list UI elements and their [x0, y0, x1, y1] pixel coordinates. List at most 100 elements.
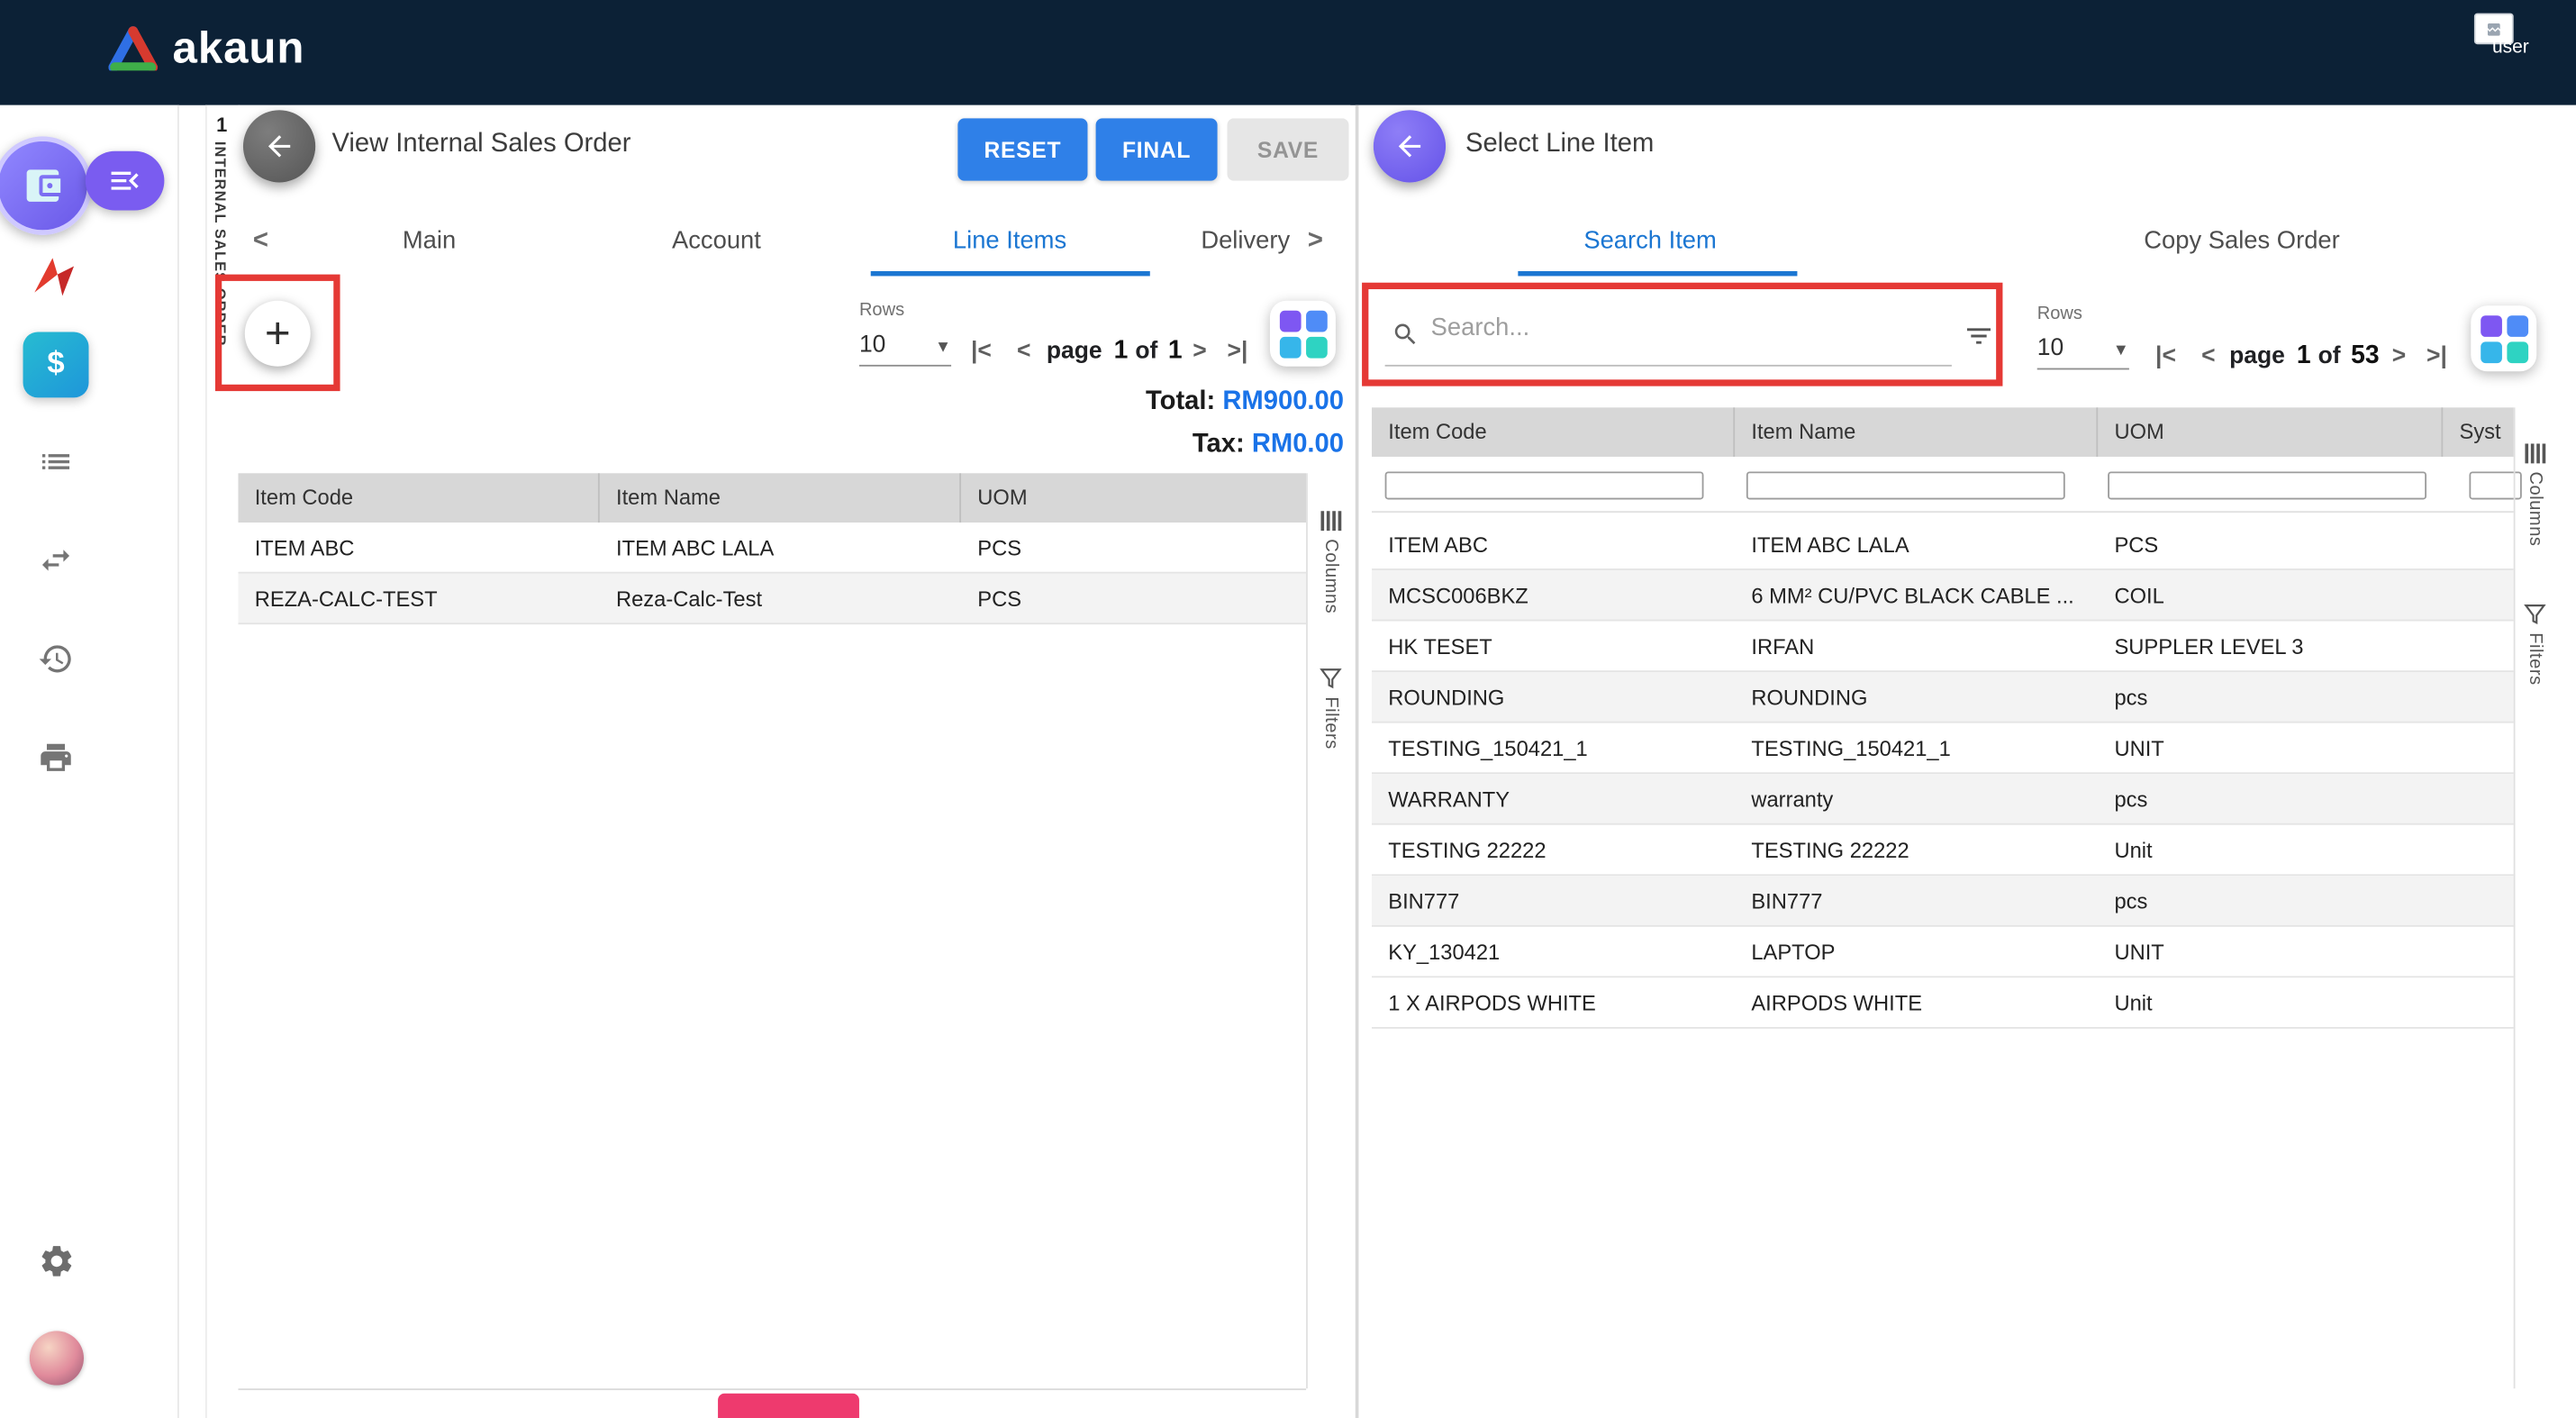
cell-item-code: 1 X AIRPODS WHITE [1372, 990, 1735, 1014]
column-header-item-code[interactable]: Item Code [238, 473, 599, 523]
column-header-item-name[interactable]: Item Name [1735, 407, 2098, 457]
transfer-menu-button[interactable] [36, 541, 76, 580]
table-row[interactable]: MCSC006BKZ 6 MM² CU/PVC BLACK CABLE ... … [1372, 570, 2514, 622]
history-menu-button[interactable] [36, 640, 76, 679]
filter-input-uom[interactable] [2108, 471, 2426, 499]
prev-page-icon[interactable]: < [1017, 339, 1030, 365]
page-word: page [1047, 339, 1102, 365]
cell-item-name: IRFAN [1735, 633, 2098, 658]
columns-tool-button[interactable]: Columns [2525, 471, 2544, 546]
table-row[interactable]: WARRANTY warranty pcs [1372, 774, 2514, 825]
tab-delivery[interactable]: Delivery [1201, 227, 1293, 255]
cell-item-name: ITEM ABC LALA [1735, 532, 2098, 556]
add-line-item-button[interactable]: + [245, 301, 311, 367]
menu-open-icon [107, 163, 143, 199]
rows-per-page-value: 10 [859, 332, 885, 358]
table-row[interactable]: TESTING_150421_1 TESTING_150421_1 UNIT [1372, 723, 2514, 775]
tab-line-items[interactable]: Line Items [953, 227, 1066, 255]
filter-input-item-name[interactable] [1746, 471, 2065, 499]
page-title: Select Line Item [1465, 130, 1654, 159]
filter-input-item-code[interactable] [1385, 471, 1704, 499]
print-icon [38, 740, 74, 776]
tab-search-item[interactable]: Search Item [1583, 227, 1717, 255]
table-settings-button[interactable] [1270, 301, 1336, 367]
save-button[interactable]: SAVE [1228, 118, 1349, 180]
wallet-app-icon [22, 164, 64, 206]
column-header-uom[interactable]: UOM [2098, 407, 2443, 457]
grid-icon-tl [1279, 310, 1301, 332]
first-page-icon[interactable]: |< [2155, 343, 2176, 369]
filter-list-icon[interactable] [1964, 321, 1995, 352]
table-row[interactable]: REZA-CALC-TEST Reza-Calc-Test PCS [238, 574, 1306, 625]
next-page-icon[interactable]: > [1193, 339, 1206, 365]
tab-account[interactable]: Account [672, 227, 761, 255]
grid-icon-br [2506, 341, 2527, 362]
select-line-item-panel: Select Line Item Search Item Copy Sales … [1356, 105, 2576, 1418]
of-word: of [1135, 339, 1157, 365]
back-button[interactable] [1374, 110, 1446, 182]
filters-tool-button[interactable]: Filters [2525, 632, 2544, 685]
cell-item-name: Reza-Calc-Test [600, 586, 961, 610]
list-menu-button[interactable] [36, 442, 76, 482]
columns-icon [1320, 509, 1343, 532]
last-page-icon[interactable]: >| [2426, 343, 2447, 369]
bottom-action-button-partial[interactable] [718, 1394, 859, 1418]
tabs-scroll-left-icon[interactable]: < [253, 227, 268, 257]
arrow-back-icon [263, 130, 295, 162]
akaun-triangle-icon [108, 26, 158, 70]
settings-button[interactable] [36, 1241, 76, 1280]
current-page-number: 1 [1114, 337, 1129, 367]
next-page-icon[interactable]: > [2392, 343, 2406, 369]
table-row[interactable]: TESTING 22222 TESTING 22222 Unit [1372, 825, 2514, 877]
search-input[interactable] [1428, 313, 1927, 344]
menu-open-button[interactable] [86, 151, 165, 211]
tabs-scroll-right-icon[interactable]: > [1308, 227, 1323, 257]
tab-main[interactable]: Main [403, 227, 456, 255]
filters-tool-button[interactable]: Filters [1320, 696, 1340, 749]
search-icon [1392, 321, 1420, 349]
table-row[interactable]: 1 X AIRPODS WHITE AIRPODS WHITE Unit [1372, 977, 2514, 1029]
cell-uom: Unit [2098, 837, 2443, 861]
cell-item-code: TESTING 22222 [1372, 837, 1735, 861]
column-header-system[interactable]: Syst [2443, 407, 2513, 457]
grid-icon-bl [2480, 341, 2501, 362]
cell-uom: PCS [961, 586, 1306, 610]
final-button[interactable]: FINAL [1096, 118, 1218, 180]
cell-item-code: ITEM ABC [238, 535, 599, 559]
back-button[interactable] [243, 110, 315, 182]
billing-app-shortcut[interactable]: $ [23, 332, 89, 397]
cell-item-name: AIRPODS WHITE [1735, 990, 2098, 1014]
grid-icon-tl [2480, 314, 2501, 336]
table-settings-button[interactable] [2471, 305, 2536, 371]
print-menu-button[interactable] [36, 738, 76, 777]
red-app-shortcut[interactable] [26, 253, 78, 303]
rows-per-page-select[interactable]: 10 ▼ [859, 332, 951, 366]
tab-copy-sales-order[interactable]: Copy Sales Order [2144, 227, 2339, 255]
column-header-item-code[interactable]: Item Code [1372, 407, 1735, 457]
table-row[interactable]: ITEM ABC ITEM ABC LALA PCS [238, 523, 1306, 574]
table-row[interactable]: BIN777 BIN777 pcs [1372, 876, 2514, 927]
column-header-uom[interactable]: UOM [961, 473, 1306, 523]
filter-funnel-icon [2524, 603, 2547, 626]
user-avatar-broken[interactable]: user [2474, 14, 2560, 83]
reset-button[interactable]: RESET [957, 118, 1087, 180]
table-row[interactable]: ROUNDING ROUNDING pcs [1372, 672, 2514, 723]
active-module-button[interactable] [0, 136, 92, 234]
table-row[interactable]: KY_130421 LAPTOP UNIT [1372, 927, 2514, 978]
profile-avatar[interactable] [30, 1331, 84, 1385]
column-header-item-name[interactable]: Item Name [600, 473, 961, 523]
table-right-divider [1306, 473, 1308, 1388]
tax-value: RM0.00 [1252, 431, 1344, 459]
columns-icon [2524, 442, 2547, 466]
brand-logo[interactable]: akaun [108, 23, 304, 75]
table-row[interactable]: ITEM ABC ITEM ABC LALA PCS [1372, 519, 2514, 570]
first-page-icon[interactable]: |< [971, 339, 992, 365]
columns-tool-button[interactable]: Columns [1320, 539, 1340, 614]
rows-per-page-select[interactable]: 10 ▼ [2037, 335, 2129, 369]
line-items-table-header: Item Code Item Name UOM [238, 473, 1306, 523]
cell-item-code: HK TESET [1372, 633, 1735, 658]
table-row[interactable]: HK TESET IRFAN SUPPLER LEVEL 3 [1372, 621, 2514, 672]
prev-page-icon[interactable]: < [2201, 343, 2215, 369]
filter-funnel-icon [1320, 668, 1343, 691]
last-page-icon[interactable]: >| [1228, 339, 1248, 365]
